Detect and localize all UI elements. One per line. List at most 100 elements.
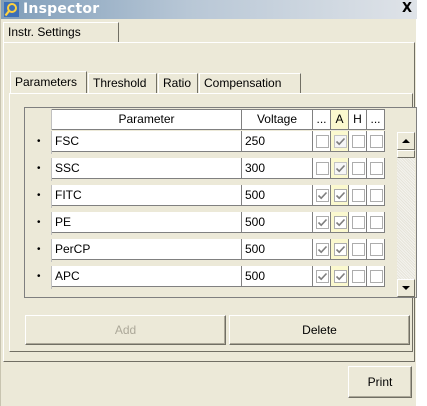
checkbox-h[interactable] (352, 270, 365, 283)
checkmark-icon (335, 218, 346, 227)
voltage-cell[interactable]: 300 (242, 158, 313, 179)
checkbox-col4[interactable] (370, 189, 383, 202)
parameter-name-cell[interactable]: PE (52, 212, 242, 233)
close-icon[interactable]: X (400, 2, 414, 16)
checkbox-col1[interactable] (316, 270, 329, 283)
checkbox-col4[interactable] (370, 162, 383, 175)
voltage-cell[interactable]: 500 (242, 266, 313, 287)
checkmark-icon (335, 164, 346, 173)
header-col-a[interactable]: A (331, 109, 349, 130)
voltage-cell[interactable]: 500 (242, 212, 313, 233)
row-marker-icon: • (37, 136, 41, 147)
add-button[interactable]: Add (25, 315, 226, 345)
checkbox-h[interactable] (352, 162, 365, 175)
tab-ratio[interactable]: Ratio (158, 73, 198, 93)
checkbox-a[interactable] (334, 270, 347, 283)
row-marker-icon: • (37, 163, 41, 174)
table-row[interactable]: • PE 500 (25, 212, 395, 235)
row-indicator[interactable]: • (25, 239, 52, 262)
voltage-cell[interactable]: 250 (242, 131, 313, 152)
checkbox-a-cell (331, 266, 349, 287)
checkbox-a-cell (331, 131, 349, 152)
checkbox-a[interactable] (334, 216, 347, 229)
header-parameter[interactable]: Parameter (52, 109, 242, 130)
scroll-down-icon[interactable] (397, 279, 415, 297)
checkbox-col4[interactable] (370, 135, 383, 148)
row-indicator[interactable]: • (25, 212, 52, 235)
header-corner (25, 109, 52, 130)
checkbox-h-cell (349, 185, 367, 206)
row-indicator[interactable]: • (25, 131, 52, 154)
checkbox-col1-cell (313, 212, 331, 233)
checkbox-col1[interactable] (316, 243, 329, 256)
checkbox-col1[interactable] (316, 189, 329, 202)
checkbox-col1[interactable] (316, 135, 329, 148)
checkmark-icon (317, 245, 328, 254)
header-col-h[interactable]: H (349, 109, 367, 130)
checkbox-col4-cell (367, 239, 385, 260)
checkbox-col4[interactable] (370, 216, 383, 229)
grid-header-row: Parameter Voltage ... A H ... (25, 109, 395, 132)
checkbox-h[interactable] (352, 135, 365, 148)
checkmark-icon (317, 191, 328, 200)
checkbox-col4-cell (367, 185, 385, 206)
table-row[interactable]: • SSC 300 (25, 158, 395, 181)
scroll-up-icon[interactable] (397, 132, 415, 150)
table-row[interactable]: • FSC 250 (25, 131, 395, 154)
checkbox-a[interactable] (334, 243, 347, 256)
parameter-name-cell[interactable]: SSC (52, 158, 242, 179)
parameter-name-cell[interactable]: FSC (52, 131, 242, 152)
checkbox-col4[interactable] (370, 243, 383, 256)
checkbox-col4[interactable] (370, 270, 383, 283)
checkmark-icon (335, 137, 346, 146)
checkbox-col1-cell (313, 185, 331, 206)
tab-instr-settings[interactable]: Instr. Settings (3, 22, 119, 42)
checkbox-h[interactable] (352, 243, 365, 256)
row-marker-icon: • (37, 271, 41, 282)
checkbox-a[interactable] (334, 189, 347, 202)
header-col-ellipsis-2[interactable]: ... (367, 109, 385, 130)
checkbox-col1-cell (313, 131, 331, 152)
checkbox-h-cell (349, 212, 367, 233)
checkbox-col4-cell (367, 131, 385, 152)
table-row[interactable]: • APC 500 (25, 266, 395, 289)
checkbox-a-cell (331, 185, 349, 206)
voltage-cell[interactable]: 500 (242, 185, 313, 206)
inspector-window: Inspector X Instr. Settings Parameters T… (0, 0, 417, 406)
row-indicator[interactable]: • (25, 266, 52, 289)
checkbox-col1[interactable] (316, 216, 329, 229)
table-row[interactable]: • FITC 500 (25, 185, 395, 208)
checkbox-col1-cell (313, 266, 331, 287)
checkbox-col1-cell (313, 239, 331, 260)
parameter-name-cell[interactable]: FITC (52, 185, 242, 206)
checkbox-h[interactable] (352, 189, 365, 202)
voltage-cell[interactable]: 500 (242, 239, 313, 260)
delete-button[interactable]: Delete (229, 315, 410, 345)
header-voltage[interactable]: Voltage (242, 109, 313, 130)
scroll-thumb[interactable] (397, 150, 415, 158)
checkbox-a (334, 162, 347, 175)
tab-compensation[interactable]: Compensation (199, 73, 301, 93)
checkmark-icon (335, 245, 346, 254)
row-indicator[interactable]: • (25, 185, 52, 208)
row-marker-icon: • (37, 190, 41, 201)
header-col-ellipsis-1[interactable]: ... (313, 109, 331, 130)
checkmark-icon (335, 272, 346, 281)
row-indicator[interactable]: • (25, 158, 52, 181)
window-title: Inspector (23, 1, 100, 17)
parameters-grid: Parameter Voltage ... A H ... • FSC 250 • SS… (24, 107, 417, 298)
grid-vertical-scrollbar[interactable] (397, 132, 415, 297)
checkmark-icon (335, 191, 346, 200)
tab-threshold[interactable]: Threshold (88, 73, 157, 93)
checkmark-icon (317, 272, 328, 281)
title-bar[interactable]: Inspector X (1, 0, 417, 19)
checkbox-col1[interactable] (316, 162, 329, 175)
tab-parameters[interactable]: Parameters (10, 71, 87, 93)
table-row[interactable]: • PerCP 500 (25, 239, 395, 262)
print-button[interactable]: Print (348, 366, 412, 398)
checkbox-h-cell (349, 131, 367, 152)
parameter-name-cell[interactable]: APC (52, 266, 242, 287)
checkbox-h[interactable] (352, 216, 365, 229)
parameter-name-cell[interactable]: PerCP (52, 239, 242, 260)
checkbox-col1-cell (313, 158, 331, 179)
